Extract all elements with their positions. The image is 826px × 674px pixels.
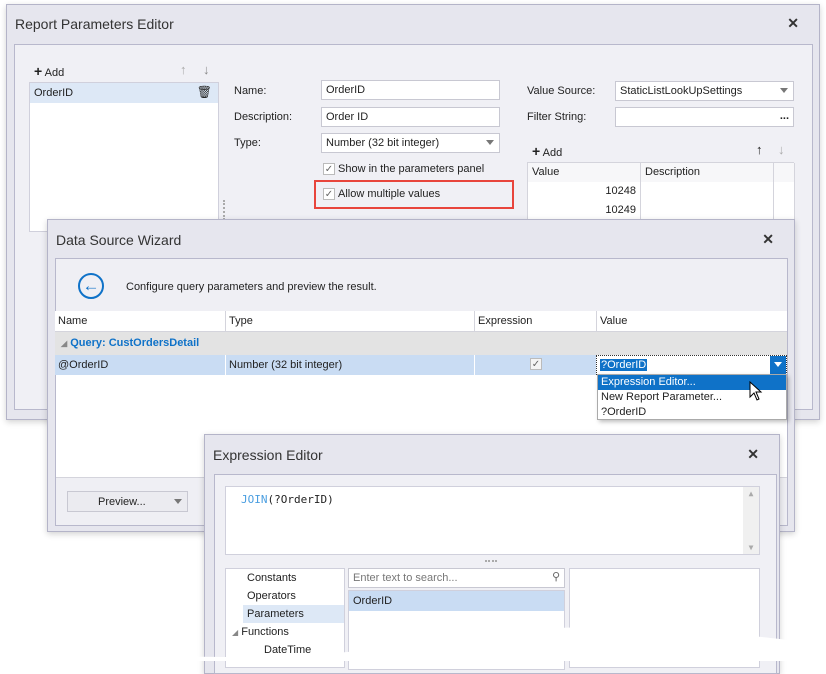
move-down-icon[interactable]: ↓ [203,62,210,77]
list-item[interactable]: OrderID 🗑 [30,83,218,103]
list-item[interactable]: OrderID [349,591,564,611]
collapse-icon: ◢ [61,339,68,348]
dropdown-button[interactable] [770,356,786,374]
chevron-down-icon [174,499,182,504]
show-in-panel-checkbox[interactable]: ✓ Show in the parameters panel [323,163,484,176]
close-button[interactable]: ✕ [787,15,799,32]
values-grid: Value Description 10248 10249 [527,162,795,222]
search-icon: ⚲ [551,571,560,583]
cursor-icon [749,381,763,401]
expression-textarea[interactable]: JOIN(?OrderID) ▲ ▼ [225,486,760,555]
move-down-icon[interactable]: ↓ [778,142,785,157]
move-up-icon[interactable]: ↑ [756,142,763,157]
table-row[interactable]: 10248 [528,182,641,202]
expression-checkbox[interactable]: ✓ [530,358,542,370]
chevron-down-icon [780,88,788,93]
table-row[interactable]: 10249 [528,201,641,221]
value-source-combo[interactable]: StaticListLookUpSettings [615,81,794,101]
close-button[interactable]: ✕ [747,446,759,463]
splitter[interactable] [223,200,227,220]
torn-edge [0,627,826,661]
query-group-row[interactable]: ◢ Query: CustOrdersDetail [55,332,787,355]
search-input[interactable]: Enter text to search... ⚲ [348,568,565,588]
scrollbar[interactable]: ▲ ▼ [743,487,759,554]
allow-multiple-checkbox[interactable]: ✓ Allow multiple values [323,188,440,201]
add-value-button[interactable]: + Add [532,143,562,159]
ellipsis-button[interactable]: ... [780,110,789,122]
name-field[interactable]: OrderID [321,80,500,100]
type-combo[interactable]: Number (32 bit integer) [321,133,500,153]
window-title: Report Parameters Editor [15,16,174,32]
chevron-down-icon [486,140,494,145]
parameter-list: OrderID 🗑 [29,82,219,232]
menu-item-orderid[interactable]: ?OrderID [598,405,786,420]
params-grid-header: Name Type Expression Value [55,311,787,332]
add-parameter-button[interactable]: + Add [34,63,64,79]
description-field[interactable]: Order ID [321,107,500,127]
filter-string-field[interactable]: ... [615,107,794,127]
tree-item[interactable]: Constants [247,572,297,584]
splitter[interactable] [485,560,497,562]
check-icon: ✓ [323,163,335,176]
back-icon[interactable]: ← [78,273,104,299]
value-editor[interactable]: ?OrderID [596,355,787,375]
preview-button[interactable]: Preview... [67,491,188,512]
check-icon: ✓ [323,188,335,201]
tree-item[interactable]: Operators [247,590,296,602]
move-up-icon[interactable]: ↑ [180,62,187,77]
close-button[interactable]: ✕ [762,231,774,248]
trash-icon[interactable]: 🗑 [197,85,212,99]
